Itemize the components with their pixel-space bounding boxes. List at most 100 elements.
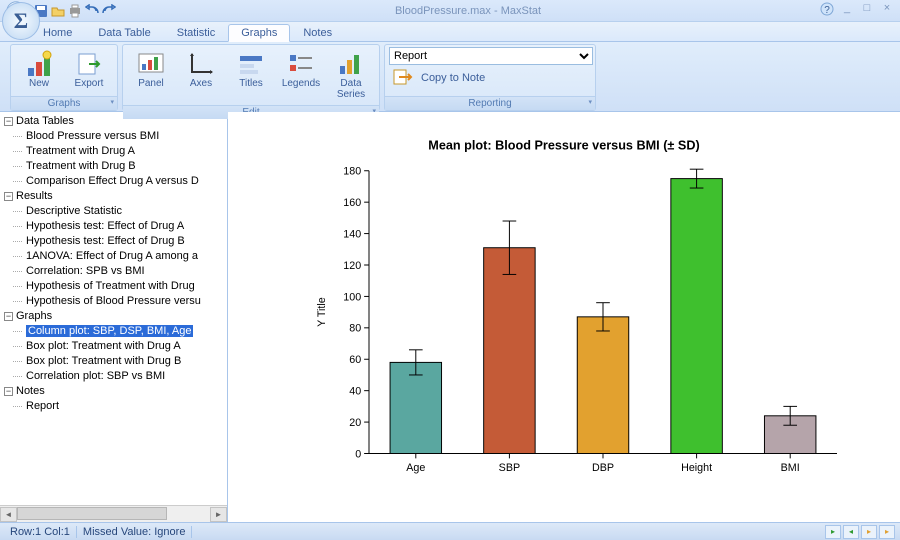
axes-button[interactable]: Axes [177, 47, 225, 93]
legends-button[interactable]: Legends [277, 47, 325, 93]
tree-leaf[interactable]: Blood Pressure versus BMI [4, 129, 227, 144]
axes-icon [187, 50, 215, 78]
minimize-button[interactable]: _ [840, 2, 854, 19]
tree-leaf[interactable]: Comparison Effect Drug A versus D [4, 174, 227, 189]
legends-icon [287, 50, 315, 78]
ribbon-group-label: Graphs [11, 96, 117, 110]
tree-horizontal-scrollbar[interactable]: ◄ ► [0, 505, 227, 522]
project-tree-sidebar: −Data TablesBlood Pressure versus BMITre… [0, 112, 228, 522]
tab-graphs[interactable]: Graphs [228, 24, 290, 42]
data-series-icon [337, 50, 365, 78]
svg-text:?: ? [824, 5, 830, 16]
app-menu-button[interactable]: Σ [2, 2, 40, 40]
nav-prev-icon[interactable]: ◂ [843, 525, 859, 539]
axes-label: Axes [190, 79, 212, 90]
export-icon [75, 50, 103, 78]
tab-notes[interactable]: Notes [290, 24, 345, 41]
tree-leaf[interactable]: Hypothesis of Treatment with Drug [4, 279, 227, 294]
tree-leaf[interactable]: Box plot: Treatment with Drug B [4, 354, 227, 369]
tree-node[interactable]: −GraphsColumn plot: SBP, DSP, BMI, AgeBo… [0, 309, 227, 384]
status-missed-value: Missed Value: Ignore [77, 526, 193, 538]
quick-access-toolbar [34, 4, 116, 18]
data-series-label: DataSeries [337, 79, 365, 100]
panel-button[interactable]: Panel [127, 47, 175, 93]
new-label: New [29, 79, 49, 90]
ribbon-tabs: Σ HomeData TableStatisticGraphsNotes [0, 22, 900, 42]
titles-button[interactable]: Titles [227, 47, 275, 93]
status-row-col: Row:1 Col:1 [4, 526, 77, 538]
export-button[interactable]: Export [65, 47, 113, 93]
qat-print-icon[interactable] [68, 4, 82, 18]
y-tick-label: 20 [349, 417, 361, 429]
tree-leaf[interactable]: Correlation plot: SBP vs BMI [4, 369, 227, 384]
column-chart: Mean plot: Blood Pressure versus BMI (± … [240, 122, 888, 512]
y-tick-label: 120 [343, 260, 361, 272]
tree-leaf[interactable]: Correlation: SPB vs BMI [4, 264, 227, 279]
titles-icon [237, 50, 265, 78]
data-series-button[interactable]: DataSeries [327, 47, 375, 103]
scroll-thumb[interactable] [17, 507, 167, 520]
y-tick-label: 0 [355, 448, 361, 460]
tree-leaf[interactable]: Treatment with Drug B [4, 159, 227, 174]
titles-label: Titles [239, 79, 263, 90]
bar-sbp [484, 248, 535, 454]
tab-statistic[interactable]: Statistic [164, 24, 229, 41]
y-tick-label: 180 [343, 166, 361, 178]
y-axis-title: Y Title [316, 297, 328, 327]
bar-height [671, 179, 722, 454]
window-title: BloodPressure.max - MaxStat [116, 5, 820, 17]
report-select[interactable]: Report [389, 47, 593, 65]
panel-label: Panel [138, 79, 164, 90]
x-tick-label: DBP [592, 462, 614, 474]
tree-leaf[interactable]: Hypothesis test: Effect of Drug A [4, 219, 227, 234]
tree-node[interactable]: −NotesReport [0, 384, 227, 414]
workspace: −Data TablesBlood Pressure versus BMITre… [0, 112, 900, 522]
project-tree[interactable]: −Data TablesBlood Pressure versus BMITre… [0, 112, 227, 505]
y-tick-label: 140 [343, 228, 361, 240]
tree-node[interactable]: −Data TablesBlood Pressure versus BMITre… [0, 114, 227, 189]
ribbon-group-edit: PanelAxesTitlesLegendsDataSeries Edit [122, 44, 380, 111]
nav-next-icon[interactable]: ▸ [861, 525, 877, 539]
tree-leaf[interactable]: Hypothesis of Blood Pressure versu [4, 294, 227, 309]
tree-leaf[interactable]: Hypothesis test: Effect of Drug B [4, 234, 227, 249]
y-tick-label: 160 [343, 197, 361, 209]
copy-to-note-label: Copy to Note [421, 72, 485, 84]
help-icon[interactable]: ? [820, 2, 834, 19]
legends-label: Legends [282, 79, 320, 90]
ribbon-group-reporting: Report Copy to Note Reporting [384, 44, 596, 111]
x-tick-label: SBP [499, 462, 520, 474]
tree-node[interactable]: −ResultsDescriptive StatisticHypothesis … [0, 189, 227, 309]
new-button[interactable]: New [15, 47, 63, 93]
nav-last-icon[interactable]: ▸ [879, 525, 895, 539]
tree-leaf[interactable]: Treatment with Drug A [4, 144, 227, 159]
x-tick-label: BMI [781, 462, 800, 474]
ribbon-group-graphs: New Export Graphs [10, 44, 118, 111]
y-tick-label: 80 [349, 323, 361, 335]
tab-data-table[interactable]: Data Table [85, 24, 163, 41]
qat-redo-icon[interactable] [102, 4, 116, 18]
ribbon-group-label: Reporting [385, 96, 595, 110]
new-icon [25, 50, 53, 78]
maximize-button[interactable]: □ [860, 2, 874, 19]
tree-leaf[interactable]: 1ANOVA: Effect of Drug A among a [4, 249, 227, 264]
qat-undo-icon[interactable] [85, 4, 99, 18]
scroll-right-icon[interactable]: ► [210, 507, 227, 522]
y-tick-label: 100 [343, 291, 361, 303]
copy-to-note-button[interactable]: Copy to Note [389, 67, 489, 89]
titlebar: Σ BloodPressure.max - MaxStat ? _ □ × [0, 0, 900, 22]
nav-first-icon[interactable]: ▸ [825, 525, 841, 539]
tree-leaf[interactable]: Box plot: Treatment with Drug A [4, 339, 227, 354]
scroll-left-icon[interactable]: ◄ [0, 507, 17, 522]
tree-leaf[interactable]: Column plot: SBP, DSP, BMI, Age [4, 324, 227, 339]
chart-title: Mean plot: Blood Pressure versus BMI (± … [428, 138, 699, 152]
chart-panel: Mean plot: Blood Pressure versus BMI (± … [228, 112, 900, 522]
y-tick-label: 60 [349, 354, 361, 366]
x-tick-label: Height [681, 462, 712, 474]
export-label: Export [75, 79, 104, 90]
close-button[interactable]: × [880, 2, 894, 19]
bar-dbp [577, 317, 628, 454]
qat-open-icon[interactable] [51, 4, 65, 18]
tree-leaf[interactable]: Descriptive Statistic [4, 204, 227, 219]
y-tick-label: 40 [349, 386, 361, 398]
tree-leaf[interactable]: Report [4, 399, 227, 414]
